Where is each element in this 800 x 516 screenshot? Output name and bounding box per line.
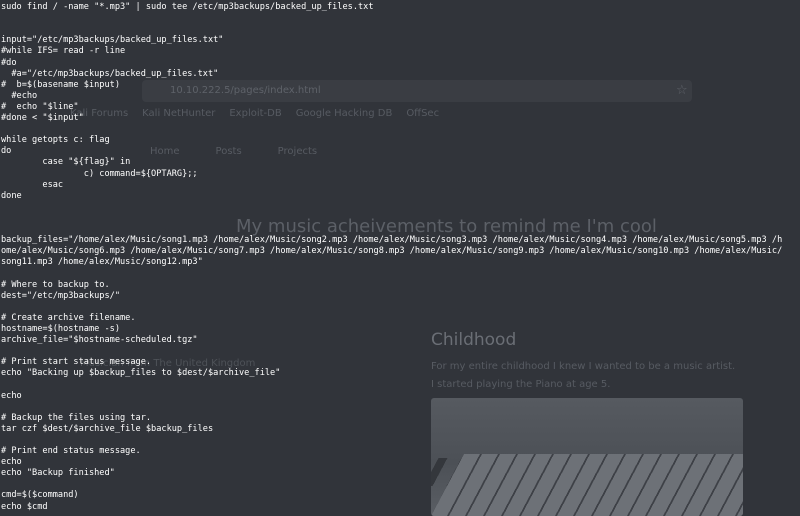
terminal-line: echo $cmd: [1, 501, 48, 512]
terminal-line: #do: [1, 57, 17, 68]
terminal-line: c) command=${OPTARG};;: [1, 168, 198, 179]
terminal-line: case "${flag}" in: [1, 157, 131, 168]
terminal-line: hostname=$(hostname -s): [1, 323, 120, 334]
terminal-line: # b=$(basename $input): [1, 79, 120, 90]
terminal-line: # Print start status message.: [1, 357, 152, 368]
terminal-line: # echo "$line": [1, 101, 79, 112]
terminal-line: #a="/etc/mp3backups/backed_up_files.txt": [1, 68, 219, 79]
terminal-line: dest="/etc/mp3backups/": [1, 290, 120, 301]
terminal-line: # Where to backup to.: [1, 279, 110, 290]
terminal-line: sudo find / -name "*.mp3" | sudo tee /et…: [1, 2, 374, 12]
terminal-line: # Backup the files using tar.: [1, 412, 152, 423]
terminal-line: echo "Backing up $backup_files to $dest/…: [1, 368, 281, 379]
terminal-line: #done < "$input": [1, 113, 84, 123]
terminal-line: do: [1, 146, 12, 157]
terminal-line: cmd=$($command): [1, 490, 79, 501]
terminal-line: backup_files="/home/alex/Music/song1.mp3…: [1, 235, 783, 246]
terminal-line: echo "Backup finished": [1, 468, 115, 479]
terminal-line: song11.mp3 /home/alex/Music/song12.mp3": [1, 257, 203, 268]
terminal-line: # Print end status message.: [1, 446, 141, 456]
terminal-output[interactable]: sudo find / -name "*.mp3" | sudo tee /et…: [0, 0, 800, 516]
terminal-line: ome/alex/Music/song6.mp3 /home/alex/Musi…: [1, 246, 783, 257]
terminal-line: while getopts c: flag: [1, 135, 110, 146]
terminal-line: done: [1, 190, 22, 201]
terminal-line: #while IFS= read -r line: [1, 46, 126, 57]
terminal-line: echo: [1, 390, 22, 401]
terminal-line: esac: [1, 179, 64, 190]
terminal-line: tar czf $dest/$archive_file $backup_file…: [1, 423, 214, 434]
terminal-line: #echo: [1, 90, 38, 101]
terminal-line: archive_file="$hostname-scheduled.tgz": [1, 335, 198, 345]
terminal-line: # Create archive filename.: [1, 312, 136, 323]
terminal-line: echo: [1, 457, 22, 468]
terminal-line: input="/etc/mp3backups/backed_up_files.t…: [1, 35, 224, 46]
